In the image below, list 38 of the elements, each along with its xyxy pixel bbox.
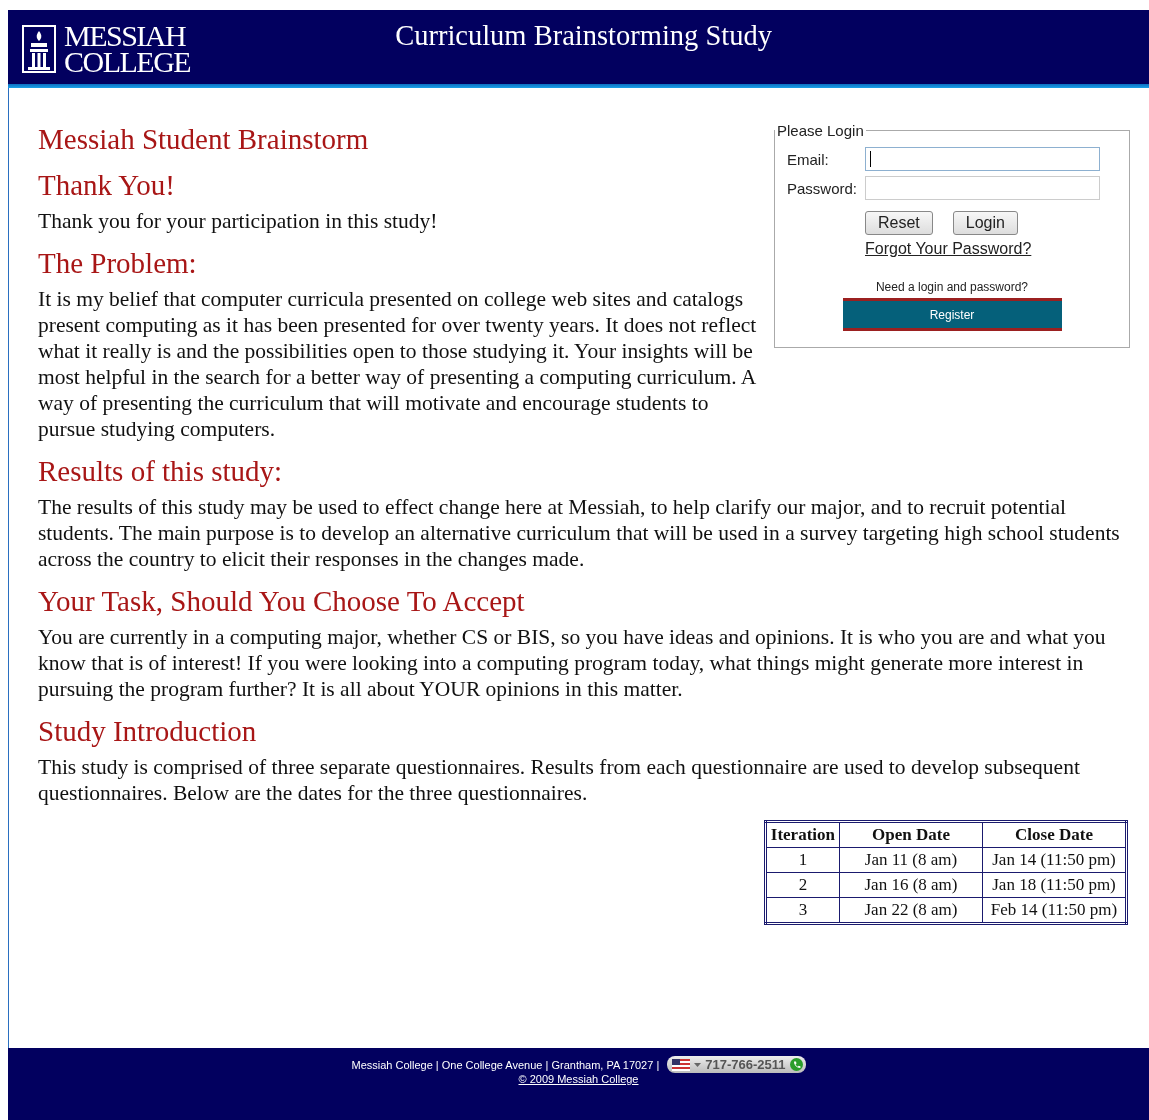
section-heading: Thank You! <box>38 168 176 202</box>
section-heading: Study Introduction <box>38 714 258 748</box>
paragraph: This study is comprised of three separate questionnaires. Results from each questionnaire are used to develop subsequent questionnaires. Below are the dates for the three questionnaires. <box>38 754 1081 806</box>
section-heading: Results of this study: <box>38 454 284 488</box>
paragraph: You are currently in a computing major, whether CS or BIS, so you have ideas and opinions. It is who you are and what you know that is of interest! If you were looking into a computing program today, what things might generate more interest in pursuing the program further? It is all about YOUR opinions in this matter. <box>38 624 1107 702</box>
login-button[interactable]: Login <box>952 211 1018 235</box>
phone-number: 717-766-2511 <box>705 1057 786 1072</box>
field-label: Password: <box>787 179 859 197</box>
table-cell: 2 <box>765 872 840 898</box>
table-cell: Jan 16 (8 am) <box>839 872 983 898</box>
section-heading: Your Task, Should You Choose To Accept <box>38 584 526 618</box>
phone-icon <box>789 1058 803 1071</box>
table-cell: 1 <box>765 847 840 873</box>
logo-text: MESSIAH <box>64 23 187 49</box>
dropdown-caret-icon <box>694 1062 702 1067</box>
copyright-link[interactable]: © 2009 Messiah College <box>518 1073 639 1085</box>
forgot-password-link[interactable]: Forgot Your Password? <box>865 240 1100 258</box>
lamp-logo-icon <box>22 24 56 73</box>
input-field[interactable] <box>865 147 1100 171</box>
reset-button[interactable]: Reset <box>865 211 933 235</box>
paragraph: It is my belief that computer curricula presented on college web sites and catalogs present computing as it has been presented for over twenty years. It does not reflect what it really is and the possibilities open to those studying it. Your insights will be most helpful in the search for a better way of presenting a computing curriculum. A way of presenting the curriculum that will motivate and encourage students to pursue studying computers. <box>38 286 758 442</box>
register-button[interactable]: Register <box>842 298 1062 331</box>
section-heading: The Problem: <box>38 246 198 280</box>
flag-icon <box>672 1058 691 1071</box>
logo-text: COLLEGE <box>64 48 191 74</box>
phone-widget[interactable]: 717-766-2511 <box>667 1056 806 1073</box>
column-header: Open Date <box>839 821 983 848</box>
column-header: Iteration <box>765 821 840 848</box>
input-field[interactable] <box>865 176 1100 200</box>
paragraph: Thank you for your participation in this study! <box>38 208 439 234</box>
footer-address: Messiah College | One College Avenue | Grantham, PA 17027 | <box>351 1058 660 1071</box>
field-label: Email: <box>787 150 830 168</box>
register-prompt: Need a login and password? <box>874 280 1030 294</box>
table-cell: Jan 11 (8 am) <box>839 847 983 873</box>
login-legend: Please Login <box>775 122 866 139</box>
paragraph: The results of this study may be used to effect change here at Messiah, to help clarify our major, and to recruit potential students. The main purpose is to develop an alternative curriculum that will be used in a survey targeting high school students across the country to elicit their responses in the changes made. <box>38 494 1121 572</box>
site-title: Curriculum Brainstorming Study <box>395 20 772 52</box>
page-heading: Messiah Student Brainstorm <box>38 122 370 156</box>
